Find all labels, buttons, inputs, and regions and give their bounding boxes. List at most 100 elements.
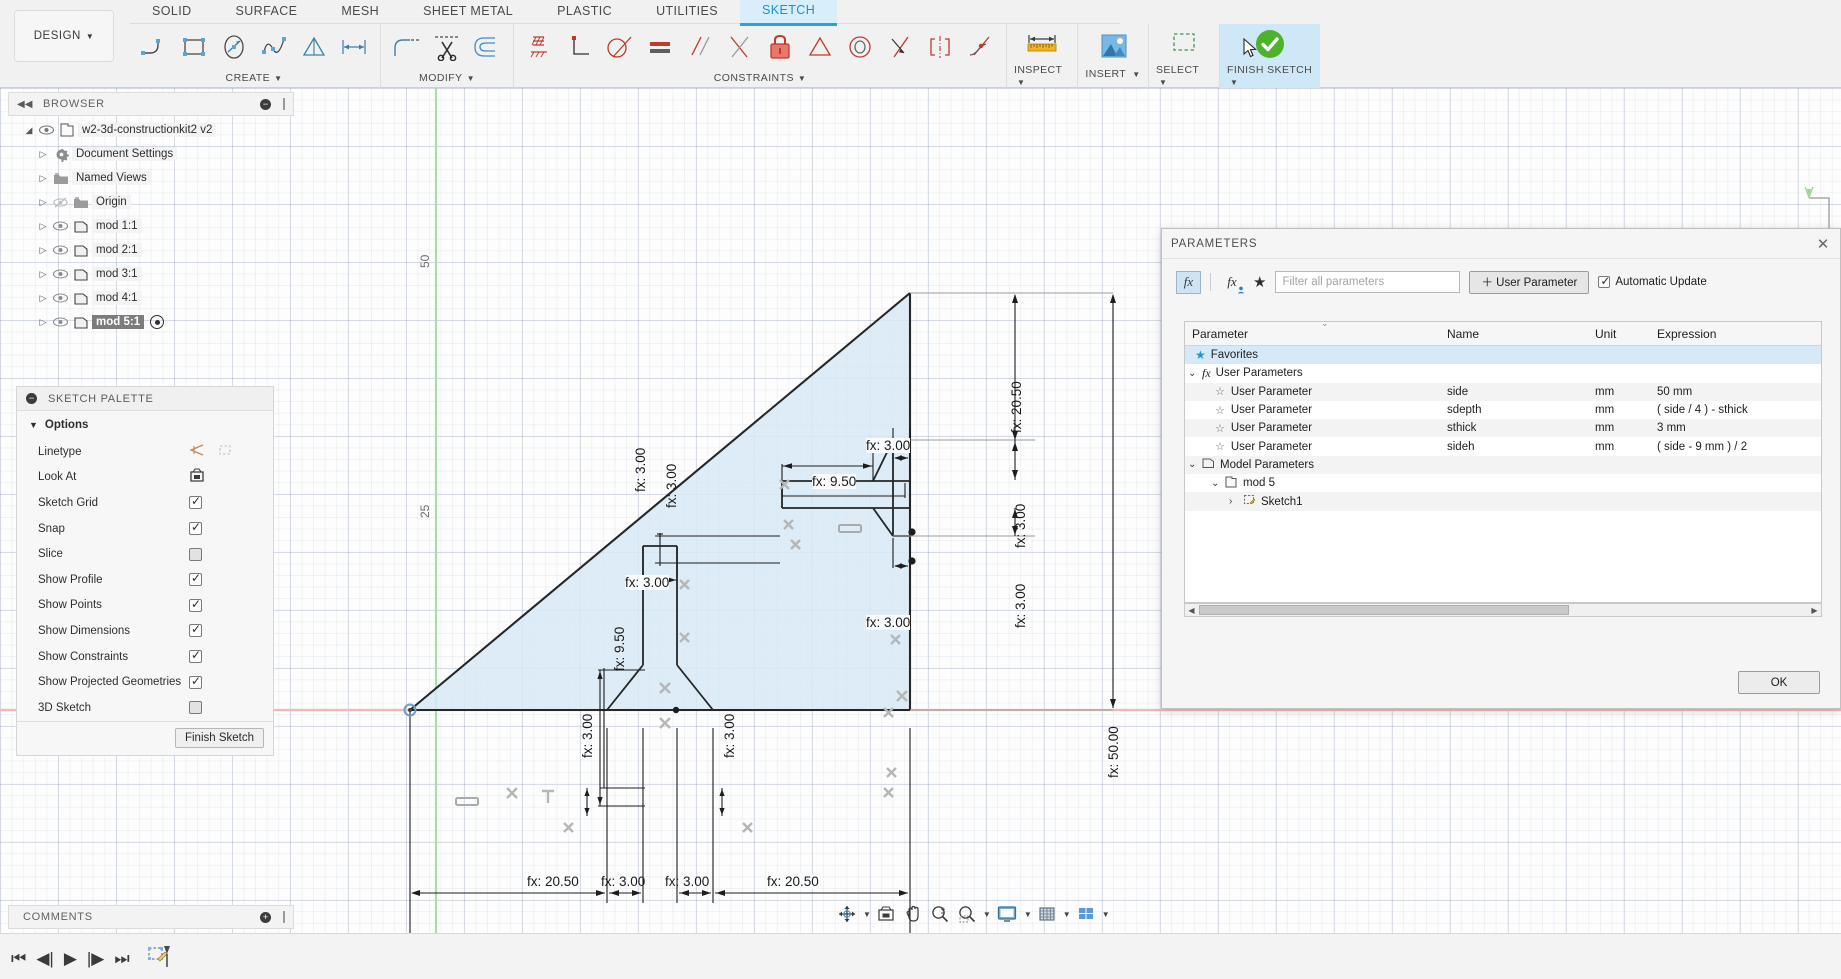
row-unit[interactable]: mm xyxy=(1588,422,1650,434)
step-forward-icon[interactable]: |▶ xyxy=(87,950,105,967)
parameters-table[interactable]: Parameter Name Unit Expression ⌄ ★ Favor… xyxy=(1184,321,1822,603)
row-name[interactable]: side xyxy=(1440,386,1588,398)
grid-snap-icon[interactable] xyxy=(1035,902,1059,926)
rectangle-icon[interactable] xyxy=(175,27,213,67)
tree-item-mod-5[interactable]: ▷ mod 5:1 xyxy=(8,310,294,334)
viewports-icon[interactable] xyxy=(1074,902,1098,926)
chevron-down-icon[interactable]: ▼ xyxy=(1230,78,1238,87)
option-sketch-grid[interactable]: Sketch Grid xyxy=(17,490,273,516)
table-row-mod5-group[interactable]: ⌄ mod 5 xyxy=(1185,474,1821,492)
table-row-param-sdepth[interactable]: ☆ User Parameter sdepth mm ( side / 4 ) … xyxy=(1185,401,1821,419)
dim-left-run[interactable]: fx: 20.50 xyxy=(527,874,579,889)
pan-icon[interactable] xyxy=(901,902,925,926)
tangent-icon[interactable] xyxy=(601,27,639,67)
finish-sketch-button[interactable]: FINISH SKETCH ▼ xyxy=(1227,24,1313,88)
sketch-palette-header[interactable]: − SKETCH PALETTE xyxy=(17,387,273,411)
table-row-model-parameters-group[interactable]: ⌄ Model Parameters xyxy=(1185,455,1821,475)
tree-item-mod-2[interactable]: ▷ mod 2:1 xyxy=(8,238,294,262)
fit-icon[interactable] xyxy=(955,902,979,926)
expand-arrow-icon[interactable]: ▷ xyxy=(36,269,50,280)
column-unit[interactable]: Unit xyxy=(1588,327,1650,341)
chevron-down-icon[interactable]: ⌄ xyxy=(1211,478,1220,489)
expand-arrow-icon[interactable]: ▷ xyxy=(36,173,50,184)
parameters-dialog[interactable]: PARAMETERS ✕ fx fx ★ ＋ User Parameter Au… xyxy=(1161,228,1841,709)
resize-grip[interactable] xyxy=(283,911,285,923)
table-row-user-parameters-group[interactable]: ⌄ fx User Parameters xyxy=(1185,364,1821,382)
tab-solid[interactable]: SOLID xyxy=(130,0,214,24)
option-linetype[interactable]: Linetype xyxy=(17,439,273,465)
dim-diag-gap[interactable]: fx: 3.00 xyxy=(633,448,648,492)
display-settings-icon[interactable] xyxy=(994,902,1020,926)
option-slice[interactable]: Slice xyxy=(17,541,273,567)
option-show-profile[interactable]: Show Profile xyxy=(17,567,273,593)
tab-mesh[interactable]: MESH xyxy=(319,0,401,24)
tab-plastic[interactable]: PLASTIC xyxy=(535,0,634,24)
perpendicular-icon[interactable] xyxy=(561,27,599,67)
column-name[interactable]: Name xyxy=(1440,327,1588,341)
curvature-icon[interactable] xyxy=(961,27,999,67)
finish-sketch-palette-button[interactable]: Finish Sketch xyxy=(174,728,264,749)
expand-arrow-icon[interactable]: ◢ xyxy=(22,125,36,136)
comments-panel-header[interactable]: COMMENTS + xyxy=(8,905,294,929)
symmetry-icon[interactable] xyxy=(921,27,959,67)
visibility-eye-icon[interactable] xyxy=(50,245,70,255)
circle-icon[interactable] xyxy=(215,27,253,67)
dim-notch-depth-top[interactable]: fx: 3.00 xyxy=(866,438,911,453)
option-show-projected-geometries[interactable]: Show Projected Geometries xyxy=(17,669,273,695)
option-show-points[interactable]: Show Points xyxy=(17,593,273,619)
add-comment-icon[interactable]: + xyxy=(260,911,271,923)
option-snap[interactable]: Snap xyxy=(17,516,273,542)
close-icon[interactable]: ✕ xyxy=(1814,235,1832,253)
table-row-favorites[interactable]: ★ Favorites xyxy=(1185,346,1821,365)
tab-sketch[interactable]: SKETCH xyxy=(740,0,838,26)
table-row-param-sthick[interactable]: ☆ User Parameter sthick mm 3 mm xyxy=(1185,419,1821,438)
inspect-button[interactable]: INSPECT ▼ xyxy=(1014,24,1070,88)
collinear-icon[interactable] xyxy=(881,27,919,67)
row-expression[interactable]: 50 mm xyxy=(1650,386,1821,398)
row-name[interactable]: sdepth xyxy=(1440,404,1588,416)
expand-arrow-icon[interactable]: ▷ xyxy=(36,317,50,328)
user-parameters-fx-icon[interactable]: fx xyxy=(1220,271,1245,294)
parallel-icon[interactable] xyxy=(681,27,719,67)
row-expression[interactable]: ( side / 4 ) - sthick xyxy=(1650,404,1821,416)
dim-upper-notch-v[interactable]: fx: 3.00 xyxy=(1013,504,1028,548)
expand-arrow-icon[interactable]: ▷ xyxy=(36,221,50,232)
table-row-param-side[interactable]: ☆ User Parameter side mm 50 mm xyxy=(1185,382,1821,401)
insert-button[interactable]: INSERT ▼ xyxy=(1085,24,1141,88)
table-row-param-sideh[interactable]: ☆ User Parameter sideh mm ( side - 9 mm … xyxy=(1185,437,1821,455)
polygon-icon[interactable] xyxy=(295,27,333,67)
zoom-icon[interactable] xyxy=(928,902,952,926)
expand-arrow-icon[interactable]: ▷ xyxy=(36,245,50,256)
dim-diag-offset[interactable]: fx: 3.00 xyxy=(664,464,679,508)
line-icon[interactable] xyxy=(135,27,173,67)
active-component-icon[interactable] xyxy=(150,315,165,329)
star-outline-icon[interactable]: ☆ xyxy=(1215,440,1225,453)
chevron-down-icon[interactable]: ▼ xyxy=(29,420,38,430)
filter-input[interactable] xyxy=(1275,271,1461,293)
tree-item-document-settings[interactable]: ▷ Document Settings xyxy=(8,142,294,166)
column-parameter[interactable]: Parameter xyxy=(1185,327,1440,341)
column-expression[interactable]: Expression xyxy=(1650,327,1821,341)
dim-right-depth[interactable]: fx: 9.50 xyxy=(812,474,857,489)
scroll-left-icon[interactable]: ◀ xyxy=(1185,606,1198,615)
orbit-icon[interactable] xyxy=(835,902,859,926)
go-to-start-icon[interactable]: ⏮ xyxy=(11,950,26,967)
checkbox-snap[interactable] xyxy=(189,520,202,536)
row-unit[interactable]: mm xyxy=(1588,441,1650,453)
collapse-icon[interactable]: ◀◀ xyxy=(17,99,32,110)
tab-utilities[interactable]: UTILITIES xyxy=(634,0,740,24)
scrollbar-thumb[interactable] xyxy=(1199,605,1569,615)
all-parameters-fx-icon[interactable]: fx xyxy=(1176,270,1201,294)
visibility-eye-icon[interactable] xyxy=(50,221,70,231)
star-outline-icon[interactable]: ☆ xyxy=(1215,385,1225,398)
chevron-down-icon[interactable]: ⌄ xyxy=(1188,459,1197,470)
sketch-feature-icon[interactable] xyxy=(146,943,172,974)
dim-base-left-h[interactable]: fx: 3.00 xyxy=(580,714,595,758)
minimize-icon[interactable]: − xyxy=(26,393,37,404)
checkbox-show-profile[interactable] xyxy=(189,571,202,587)
dim-top-run-v[interactable]: fx: 20.50 xyxy=(1009,381,1024,433)
expand-arrow-icon[interactable]: ▷ xyxy=(36,149,50,160)
concentric-icon[interactable] xyxy=(841,27,879,67)
tree-item-root[interactable]: ◢ w2-3d-constructionkit2 v2 xyxy=(8,118,294,142)
construction-line-icon[interactable] xyxy=(189,443,205,460)
